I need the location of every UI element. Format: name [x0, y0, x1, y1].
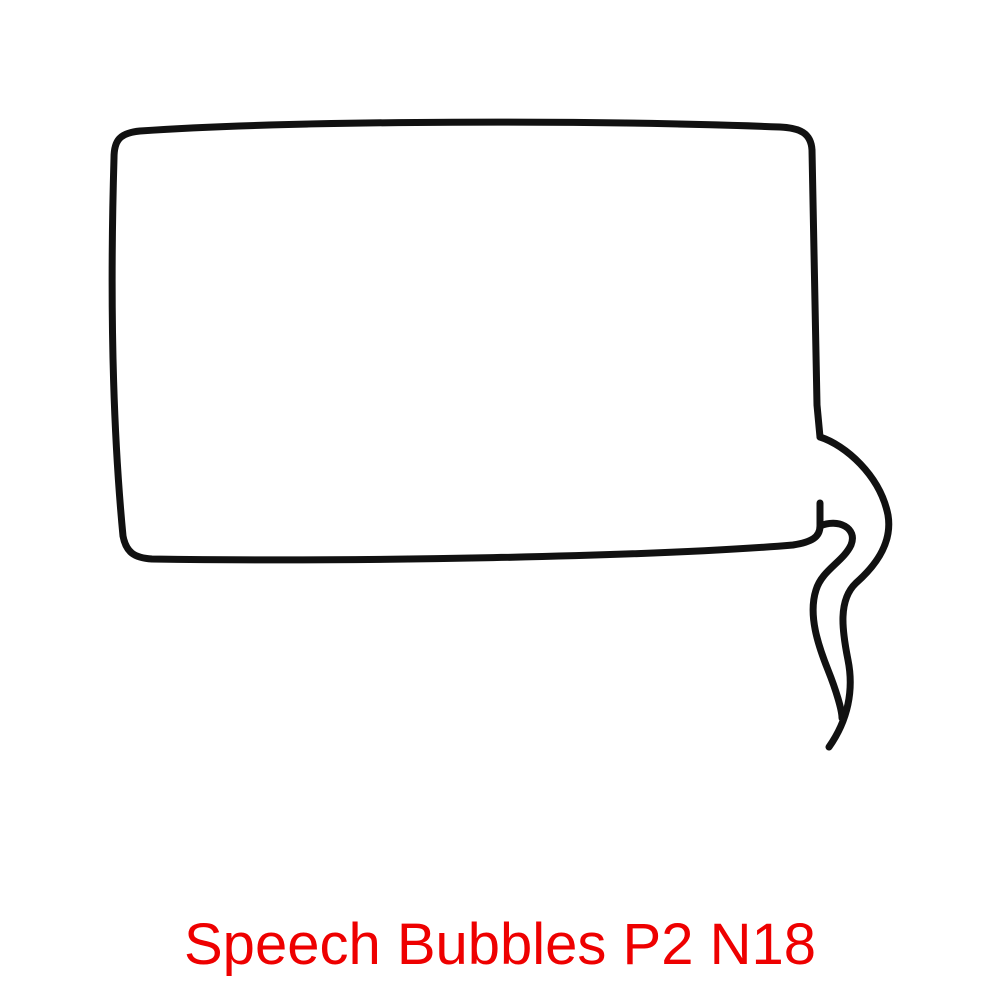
caption-text: Speech Bubbles P2 N18	[184, 912, 816, 977]
speech-bubble-body	[108, 118, 824, 564]
canvas: Speech Bubbles P2 N18	[0, 0, 1000, 1000]
speech-bubble-drawing	[108, 118, 893, 751]
speech-bubble-tail-inner	[809, 519, 856, 722]
speech-bubble-tail-outer	[816, 433, 893, 751]
